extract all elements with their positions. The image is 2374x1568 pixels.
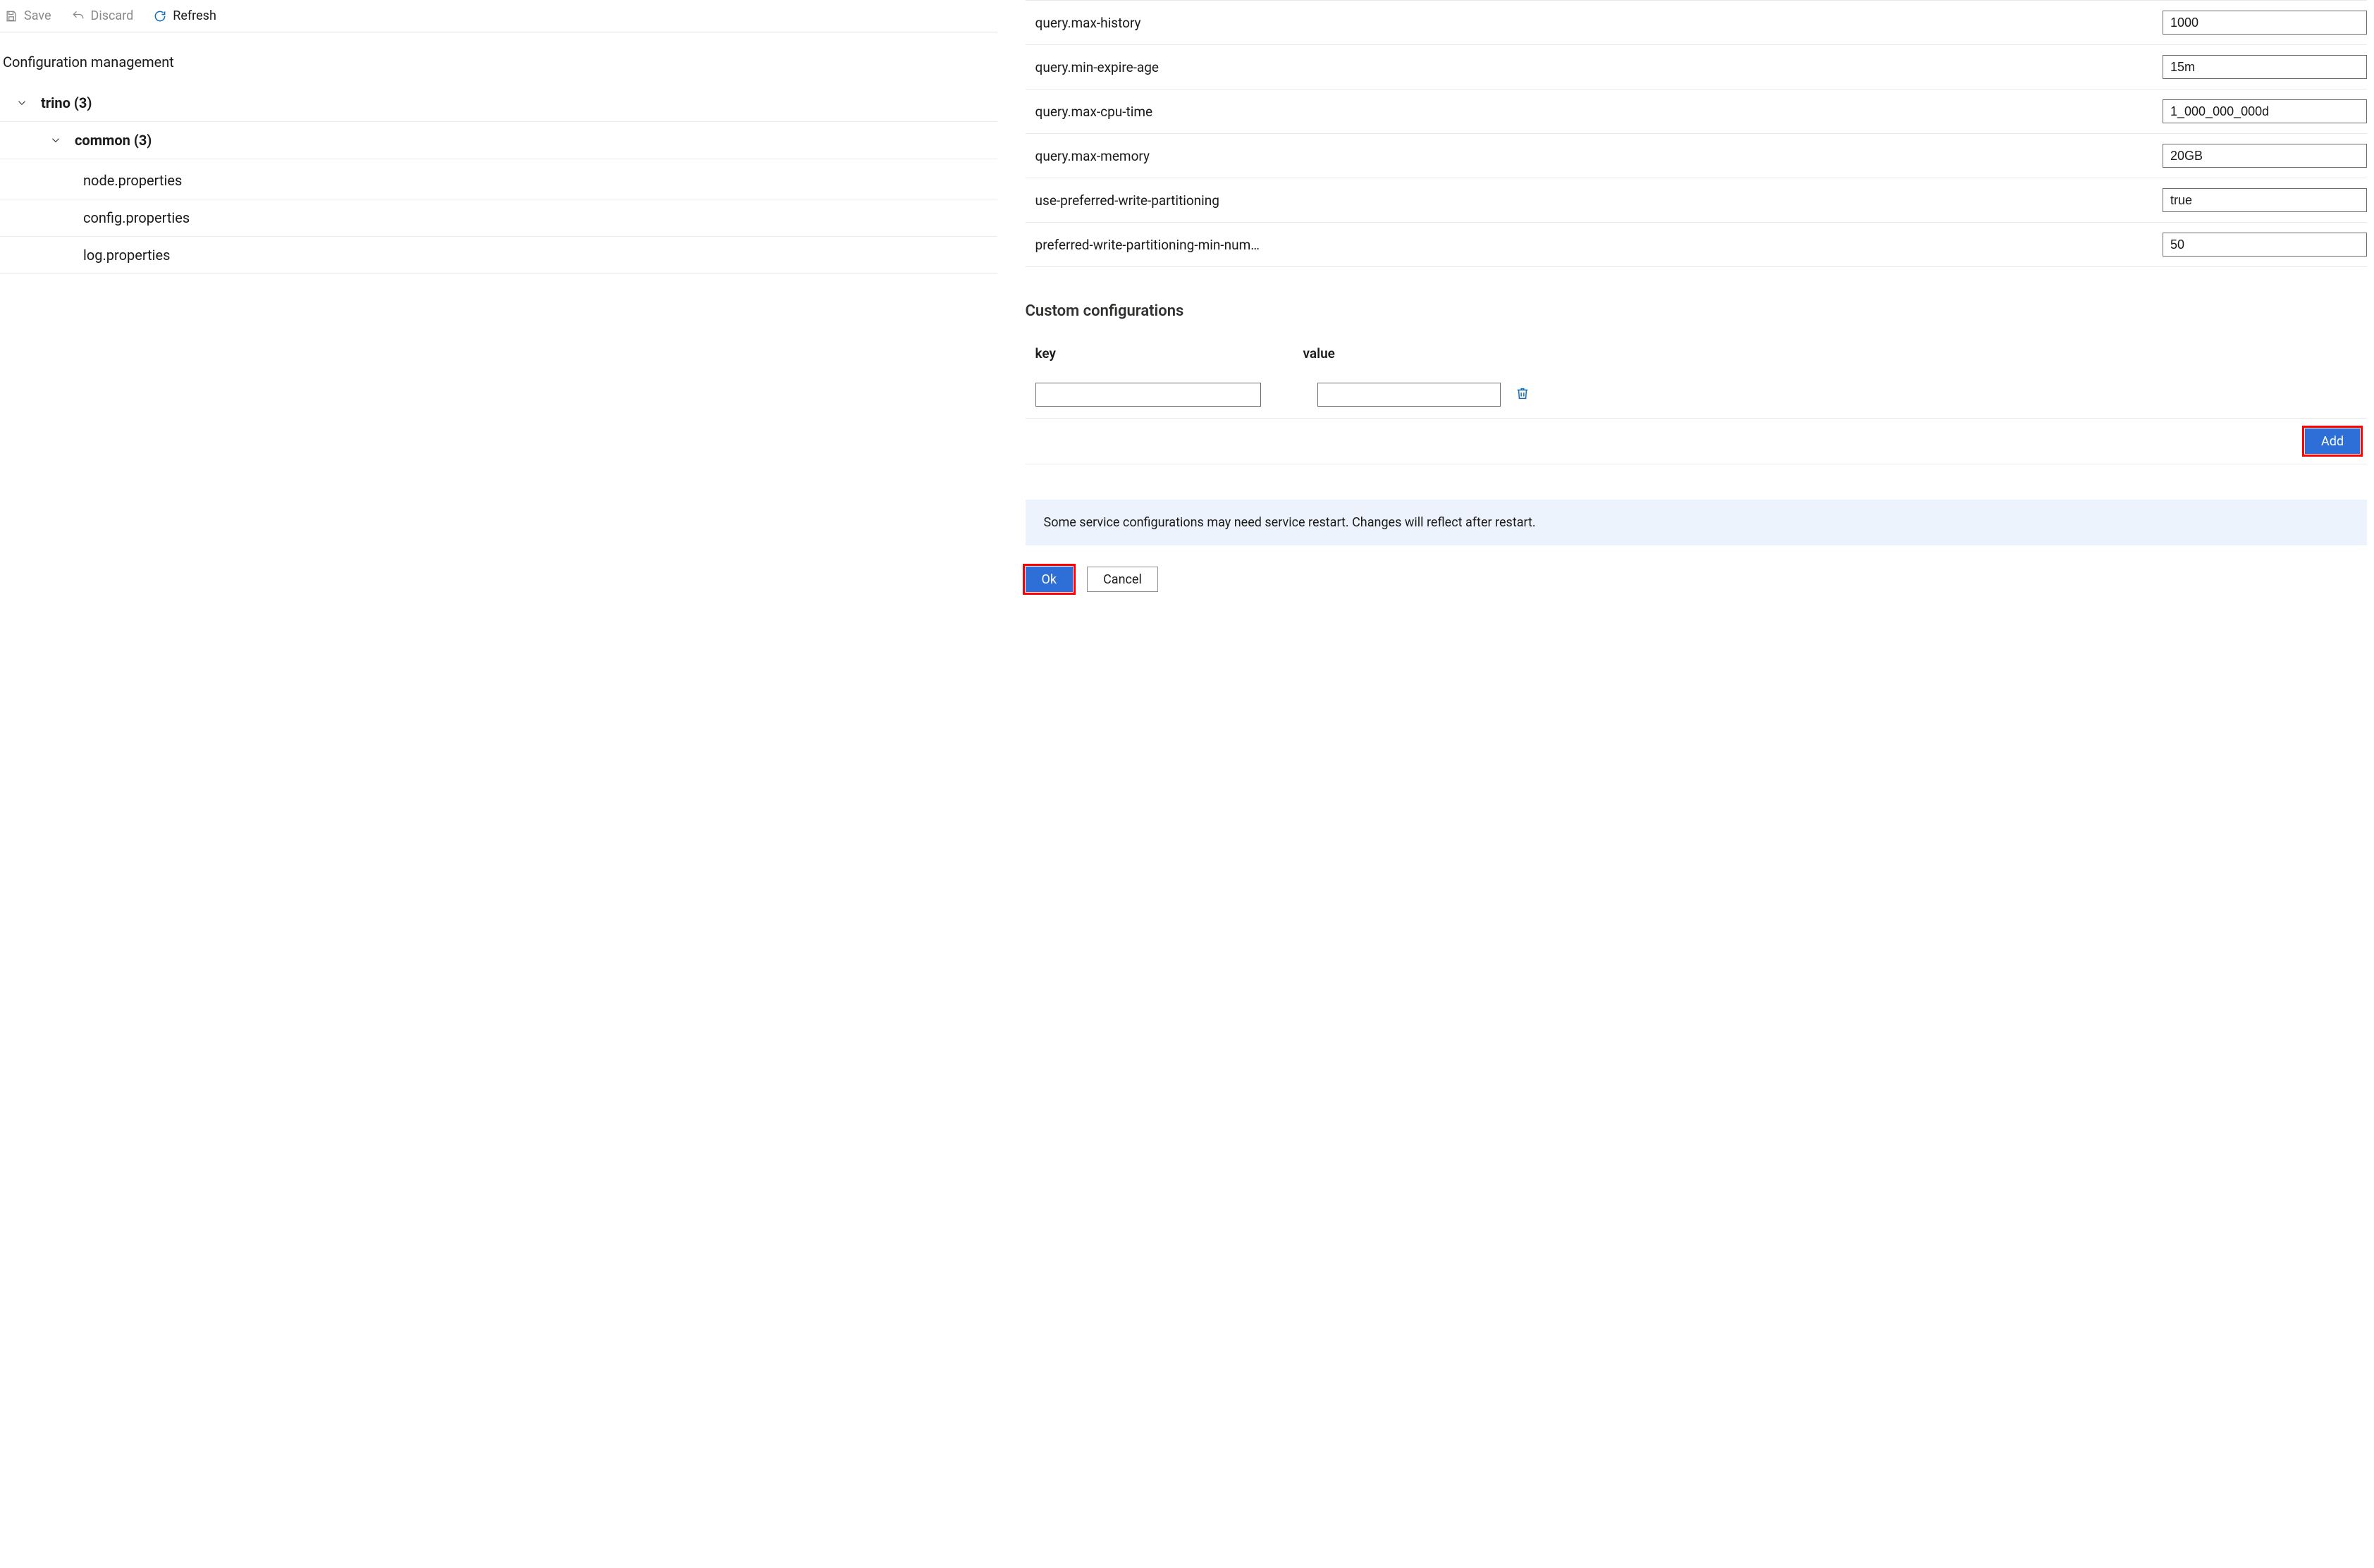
tree-node-label: common (3) — [75, 132, 152, 149]
discard-label: Discard — [91, 8, 134, 23]
custom-config-row — [1026, 376, 2367, 419]
custom-header-key: key — [1035, 345, 1303, 362]
tree-leaf-log-properties[interactable]: log.properties — [0, 237, 997, 274]
property-value-input[interactable] — [2163, 233, 2367, 257]
save-button[interactable]: Save — [3, 7, 53, 25]
property-row: query.max-history — [1026, 1, 2367, 45]
property-row: use-preferred-write-partitioning — [1026, 178, 2367, 223]
tree-leaf-label: config.properties — [83, 209, 190, 226]
property-key: query.max-memory — [1035, 148, 2155, 164]
config-tree: trino (3) common (3) node.properties con… — [0, 85, 997, 274]
property-value-input[interactable] — [2163, 55, 2367, 79]
property-list: query.max-history query.min-expire-age q… — [1026, 0, 2367, 267]
property-key: query.max-cpu-time — [1035, 104, 2155, 120]
property-value-input[interactable] — [2163, 144, 2367, 168]
chevron-down-icon — [49, 134, 62, 147]
custom-config-section: Custom configurations key value — [1026, 267, 2367, 464]
custom-value-input[interactable] — [1317, 383, 1501, 407]
ok-button[interactable]: Ok — [1026, 567, 1074, 592]
tree-leaf-config-properties[interactable]: config.properties — [0, 199, 997, 237]
tree-leaf-label: node.properties — [83, 172, 182, 189]
property-value-input[interactable] — [2163, 11, 2367, 35]
dialog-actions: Ok Cancel — [1026, 567, 2367, 592]
save-icon — [4, 9, 18, 23]
custom-add-bar: Add — [1026, 419, 2367, 464]
property-key: use-preferred-write-partitioning — [1035, 192, 2155, 209]
property-key: query.min-expire-age — [1035, 59, 2155, 75]
property-key: preferred-write-partitioning-min-num… — [1035, 237, 2155, 253]
property-value-input[interactable] — [2163, 99, 2367, 123]
delete-row-button[interactable] — [1515, 385, 1530, 404]
trash-icon — [1515, 385, 1530, 404]
tree-node-common[interactable]: common (3) — [0, 122, 997, 159]
custom-header-value: value — [1303, 345, 2367, 362]
left-panel: Save Discard Refresh Configuratio — [0, 0, 997, 1568]
property-row: query.max-cpu-time — [1026, 89, 2367, 134]
property-row: preferred-write-partitioning-min-num… — [1026, 223, 2367, 267]
custom-config-title: Custom configurations — [1026, 302, 2367, 320]
add-button[interactable]: Add — [2305, 428, 2360, 454]
restart-info-message: Some service configurations may need ser… — [1026, 500, 2367, 545]
tree-leaf-label: log.properties — [83, 247, 170, 264]
refresh-icon — [153, 9, 167, 23]
property-key: query.max-history — [1035, 15, 2155, 31]
section-title: Configuration management — [0, 32, 997, 85]
custom-key-input[interactable] — [1035, 383, 1261, 407]
tree-leaf-node-properties[interactable]: node.properties — [0, 162, 997, 199]
discard-button[interactable]: Discard — [70, 7, 135, 25]
property-row: query.min-expire-age — [1026, 45, 2367, 89]
save-label: Save — [24, 8, 51, 23]
property-value-input[interactable] — [2163, 188, 2367, 212]
refresh-label: Refresh — [173, 8, 216, 23]
property-row: query.max-memory — [1026, 134, 2367, 178]
right-panel: query.max-history query.min-expire-age q… — [997, 0, 2374, 1568]
tree-node-trino[interactable]: trino (3) — [0, 85, 997, 122]
refresh-button[interactable]: Refresh — [152, 7, 218, 25]
cancel-button[interactable]: Cancel — [1087, 567, 1158, 592]
undo-icon — [71, 9, 85, 23]
toolbar: Save Discard Refresh — [0, 3, 997, 32]
tree-node-label: trino (3) — [41, 94, 92, 111]
custom-config-header: key value — [1026, 345, 2367, 376]
chevron-down-icon — [16, 97, 28, 109]
